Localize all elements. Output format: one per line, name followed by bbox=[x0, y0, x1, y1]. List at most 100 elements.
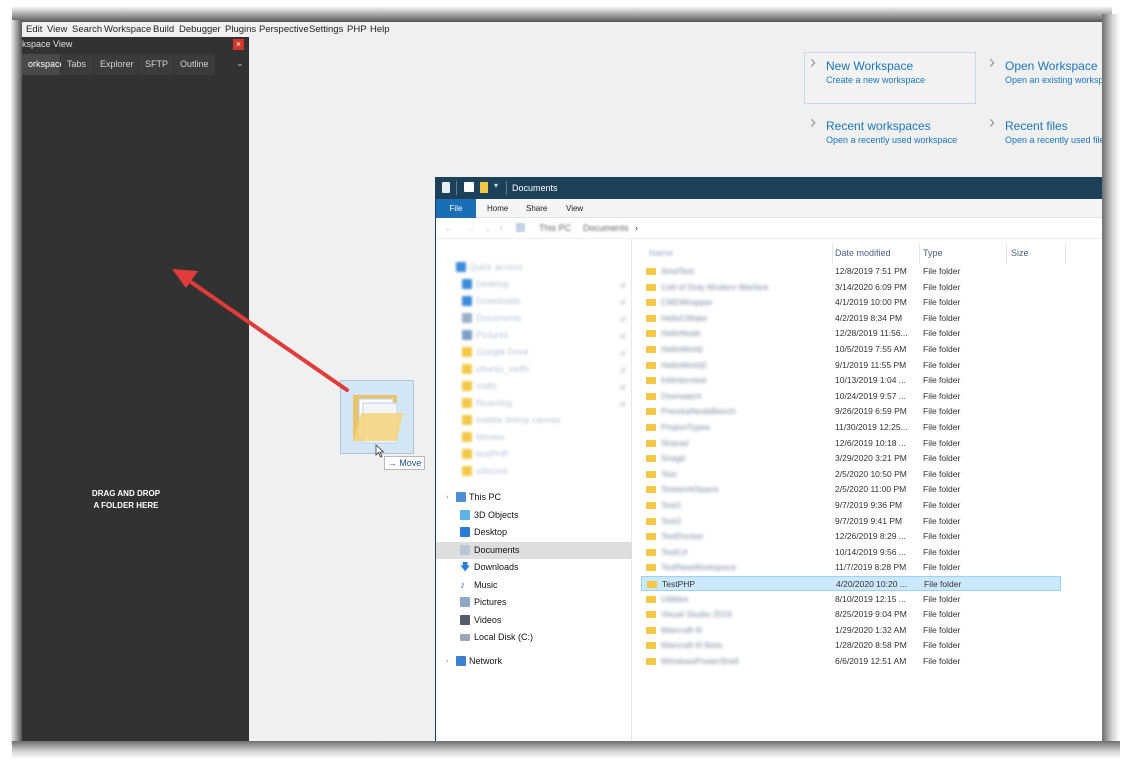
quick-action-title[interactable]: Open Workspace bbox=[1005, 59, 1098, 73]
ribbon-tab-file[interactable]: File bbox=[436, 199, 476, 218]
table-row[interactable]: Warcraft III Beta 1/28/2020 8:58 PM File f… bbox=[641, 638, 1061, 653]
column-divider[interactable] bbox=[1065, 244, 1066, 264]
table-row[interactable]: Shared 12/6/2019 10:18 ... File folder bbox=[641, 436, 1061, 451]
column-divider[interactable] bbox=[832, 244, 833, 264]
nav-3d-objects[interactable]: 3D Objects bbox=[436, 507, 632, 524]
table-row[interactable]: WindowsPowerShell 6/6/2019 12:51 AM File f… bbox=[641, 654, 1061, 669]
column-header-name[interactable]: Name bbox=[649, 248, 673, 258]
nav-folder[interactable]: testPHP bbox=[436, 446, 632, 463]
menu-build[interactable]: Build bbox=[153, 24, 174, 35]
nav-local-disk[interactable]: Local Disk (C:) bbox=[436, 629, 632, 646]
quick-action-title[interactable]: New Workspace bbox=[826, 59, 913, 73]
nav-folder-pinned[interactable]: ubuntu_ssdfs ⊿ bbox=[436, 361, 632, 378]
chevron-down-icon[interactable]: ⌄ bbox=[236, 58, 244, 69]
column-header-size[interactable]: Size bbox=[1011, 248, 1029, 258]
expand-icon[interactable]: › bbox=[446, 653, 448, 670]
table-row[interactable]: ProjectTypes 11/30/2019 12:25... File fold… bbox=[641, 420, 1061, 435]
nav-folder[interactable]: mobile dvtmp canvas bbox=[436, 412, 632, 429]
menu-view[interactable]: View bbox=[47, 24, 67, 35]
column-divider[interactable] bbox=[1006, 244, 1007, 264]
ribbon-tab-home[interactable]: Home bbox=[487, 199, 508, 218]
quick-action-title[interactable]: Recent files bbox=[1005, 119, 1068, 133]
column-divider[interactable] bbox=[919, 244, 920, 264]
table-row[interactable]: HelloWorld 10/5/2019 7:55 AM File folder bbox=[641, 342, 1061, 357]
new-folder-icon[interactable] bbox=[480, 182, 488, 193]
table-row[interactable]: TestC# 10/14/2019 9:56 ... File folder bbox=[641, 545, 1061, 560]
breadcrumb-chevron-icon[interactable]: › bbox=[635, 223, 638, 233]
table-row[interactable]: AmdTest 12/8/2019 7:51 PM File folder bbox=[641, 264, 1061, 279]
nav-pictures[interactable]: Pictures bbox=[436, 594, 632, 611]
quick-action-title[interactable]: Recent workspaces bbox=[826, 119, 931, 133]
close-icon[interactable]: × bbox=[233, 39, 244, 50]
nav-folder-pinned[interactable]: Roaming ⊿ bbox=[436, 395, 632, 412]
breadcrumb-documents[interactable]: Documents bbox=[583, 223, 629, 233]
table-row[interactable]: Test 2/5/2020 10:50 PM File folder bbox=[641, 467, 1061, 482]
tab-tabs[interactable]: Tabs bbox=[61, 54, 93, 75]
nav-music[interactable]: ♪ Music bbox=[436, 577, 632, 594]
table-row[interactable]: PreviewNodeBench 9/26/2019 6:59 PM File fo… bbox=[641, 404, 1061, 419]
table-row[interactable]: Test1 9/7/2019 9:36 PM File folder bbox=[641, 498, 1061, 513]
table-row[interactable]: InkInterview 10/13/2019 1:04 ... File fold… bbox=[641, 373, 1061, 388]
table-row[interactable]: HelloCMake 4/2/2019 8:34 PM File folder bbox=[641, 311, 1061, 326]
table-row[interactable]: Snagit 3/29/2020 3:21 PM File folder bbox=[641, 451, 1061, 466]
table-row[interactable]: Overwatch 10/24/2019 9:57 ... File folder bbox=[641, 389, 1061, 404]
menu-php[interactable]: PHP bbox=[347, 24, 367, 35]
drop-zone-hint[interactable]: DRAG AND DROP A FOLDER HERE bbox=[66, 488, 186, 512]
menu-perspective[interactable]: Perspective bbox=[259, 24, 309, 35]
nav-folder-pinned[interactable]: Google Drive ⊿ bbox=[436, 344, 632, 361]
menu-workspace[interactable]: Workspace bbox=[104, 24, 151, 35]
nav-network[interactable]: › Network bbox=[436, 653, 632, 670]
table-row-selected[interactable]: TestPHP 4/20/2020 10:20 ... File folder bbox=[641, 576, 1061, 591]
nav-downloads[interactable]: 🡇 Downloads bbox=[436, 559, 632, 576]
table-row[interactable]: Call of Duty Modern Warfare 3/14/2020 6:0… bbox=[641, 280, 1061, 295]
forward-icon[interactable]: → bbox=[466, 223, 475, 233]
menu-settings[interactable]: Settings bbox=[309, 24, 343, 35]
nav-desktop[interactable]: Desktop bbox=[436, 524, 632, 541]
chevron-right-icon: › bbox=[989, 112, 995, 132]
menu-edit[interactable]: Edit bbox=[26, 24, 42, 35]
menu-debugger[interactable]: Debugger bbox=[179, 24, 221, 35]
table-row[interactable]: Warcraft III 1/29/2020 1:32 AM File folder bbox=[641, 623, 1061, 638]
explorer-title-bar[interactable]: ▾ Documents bbox=[436, 177, 1102, 199]
table-row[interactable]: HelloWorld2 9/1/2019 11:55 PM File folder bbox=[641, 358, 1061, 373]
back-icon[interactable]: ← bbox=[444, 223, 453, 233]
tab-workspace[interactable]: orkspace bbox=[22, 54, 65, 75]
nav-documents[interactable]: Documents bbox=[436, 542, 632, 559]
nav-this-pc[interactable]: › This PC bbox=[436, 489, 632, 506]
nav-folder[interactable]: u3scoot bbox=[436, 463, 632, 480]
nav-desktop-pinned[interactable]: Desktop ⊿ bbox=[436, 276, 632, 293]
breadcrumb-this-pc[interactable]: This PC bbox=[539, 223, 571, 233]
qat-dropdown-icon[interactable]: ▾ bbox=[494, 181, 498, 190]
menu-help[interactable]: Help bbox=[370, 24, 390, 35]
table-row[interactable]: TestNewWorkspace 11/7/2019 8:28 PM File fo… bbox=[641, 560, 1061, 575]
properties-icon[interactable] bbox=[464, 182, 474, 192]
table-row[interactable]: HelloNode 12/28/2019 11:56... File folder bbox=[641, 326, 1061, 341]
nav-pictures-pinned[interactable]: Pictures ⊿ bbox=[436, 327, 632, 344]
tab-outline[interactable]: Outline bbox=[174, 54, 215, 75]
tab-sftp[interactable]: SFTP bbox=[139, 54, 173, 75]
ribbon-tab-view[interactable]: View bbox=[566, 199, 583, 218]
file-name: TestDocker bbox=[661, 531, 704, 542]
table-row[interactable]: Utilities 8/10/2019 12:15 ... File folder bbox=[641, 592, 1061, 607]
ribbon-tab-share[interactable]: Share bbox=[526, 199, 547, 218]
nav-downloads-pinned[interactable]: Downloads ⊿ bbox=[436, 293, 632, 310]
expand-icon[interactable]: › bbox=[446, 489, 448, 506]
table-row[interactable]: TestworkSpace 2/5/2020 11:00 PM File folde… bbox=[641, 482, 1061, 497]
table-row[interactable]: Visual Studio 2019 8/25/2019 9:04 PM File … bbox=[641, 607, 1061, 622]
table-row[interactable]: CMDWrapper 4/1/2019 10:00 PM File folder bbox=[641, 295, 1061, 310]
tab-explorer[interactable]: Explorer bbox=[94, 54, 138, 75]
up-icon[interactable]: ↑ bbox=[499, 223, 504, 233]
table-row[interactable]: TestDocker 12/26/2019 8:29 ... File folder bbox=[641, 529, 1061, 544]
menu-search[interactable]: Search bbox=[72, 24, 102, 35]
nav-folder[interactable]: Movies bbox=[436, 429, 632, 446]
nav-videos[interactable]: Videos bbox=[436, 612, 632, 629]
nav-quick-access[interactable]: Quick access bbox=[436, 259, 632, 276]
table-row[interactable]: Test2 9/7/2019 9:41 PM File folder bbox=[641, 514, 1061, 529]
dragged-folder-preview[interactable] bbox=[340, 380, 414, 458]
menu-plugins[interactable]: Plugins bbox=[225, 24, 256, 35]
column-header-type[interactable]: Type bbox=[923, 248, 943, 258]
recent-icon[interactable]: ⌄ bbox=[484, 223, 492, 234]
column-header-date[interactable]: Date modified bbox=[835, 248, 891, 258]
nav-documents-pinned[interactable]: Documents ⊿ bbox=[436, 310, 632, 327]
nav-folder-pinned[interactable]: ssdfs ⊿ bbox=[436, 378, 632, 395]
